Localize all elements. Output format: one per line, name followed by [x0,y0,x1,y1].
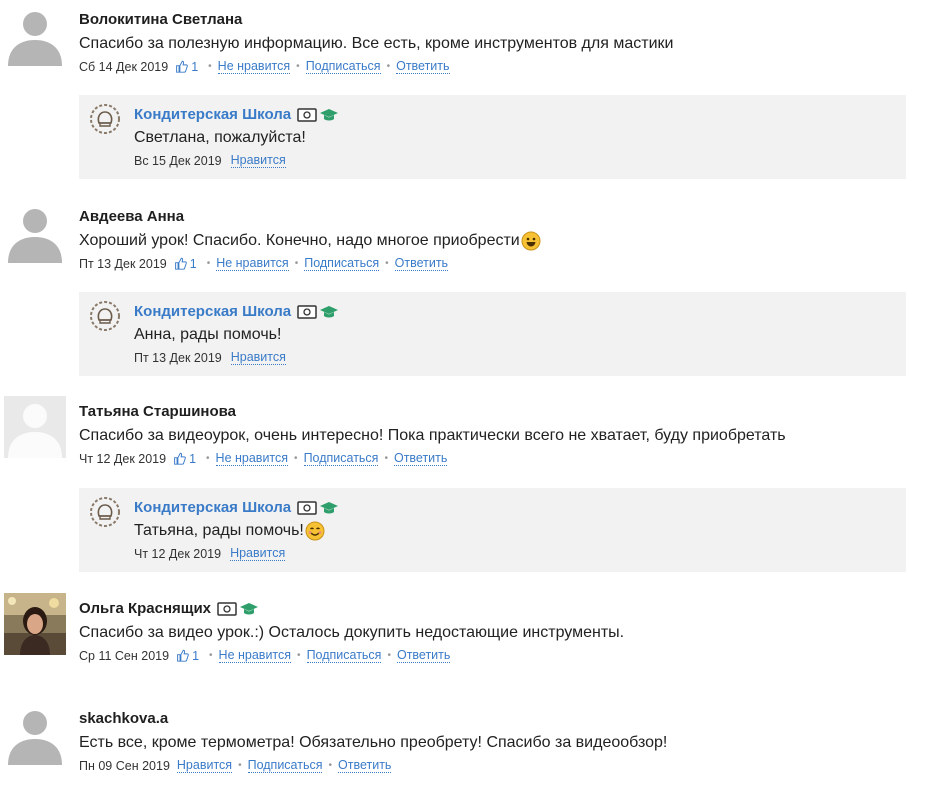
comment-author[interactable]: Авдеева Анна [79,207,926,227]
reply-author[interactable]: Кондитерская Школа [134,302,291,322]
graduation-cap-icon [320,502,339,514]
reply-button[interactable]: Ответить [393,451,448,466]
reply-button[interactable]: Ответить [394,256,449,271]
like-button[interactable]: Нравится [230,153,286,168]
school-logo-avatar[interactable] [89,103,121,135]
graduation-cap-icon [320,109,339,121]
subscribe-button[interactable]: Подписаться [247,758,323,773]
like-count: 1 [189,256,197,271]
reply-item: Кондитерская Школа Анна, рады помочь! Пт… [79,292,906,376]
dislike-button[interactable]: Не нравится [216,256,289,271]
dislike-button[interactable]: Не нравится [215,451,289,466]
comment-author[interactable]: Татьяна Старшинова [79,402,926,422]
certificate-icon [297,108,317,122]
subscribe-button[interactable]: Подписаться [304,256,380,271]
reply-button[interactable]: Ответить [338,758,392,773]
avatar[interactable] [4,396,66,458]
thumbs-up-icon [176,60,189,73]
comment-date: Пн 09 Сен 2019 [79,758,170,773]
smiling-emoji-icon [305,521,325,541]
dislike-button[interactable]: Не нравится [217,59,291,74]
comment-date: Чт 12 Дек 2019 [79,451,167,466]
thumbs-up-icon [177,649,189,662]
like-count: 1 [191,59,199,74]
comment-date: Сб 14 Дек 2019 [79,59,169,74]
reply-item: Кондитерская Школа Татьяна, рады помочь!… [79,488,906,572]
like-button[interactable]: Нравится [176,758,233,773]
avatar[interactable] [4,593,66,655]
certificate-icon [297,305,317,319]
subscribe-button[interactable]: Подписаться [305,59,381,74]
reply-date: Пт 13 Дек 2019 [134,350,222,365]
like-button[interactable]: Нравится [230,546,286,561]
reply-button[interactable]: Ответить [396,59,450,74]
reply-text: Татьяна, рады помочь! [134,522,304,539]
like-button[interactable]: 1 [176,649,199,663]
reply-button[interactable]: Ответить [396,648,451,663]
like-button[interactable]: Нравится [230,350,286,365]
comment-text: Спасибо за видеоурок, очень интересно! П… [79,427,786,444]
like-count: 1 [192,648,200,663]
comment-author[interactable]: Ольга Краснящих [79,599,211,619]
graduation-cap-icon [320,306,339,318]
thumbs-up-icon [174,257,187,270]
reply-item: Кондитерская Школа Светлана, пожалуйста!… [79,95,906,179]
comment-author[interactable]: skachkova.a [79,709,926,729]
dislike-button[interactable]: Не нравится [218,648,292,663]
reply-date: Чт 12 Дек 2019 [134,546,222,561]
comment-author[interactable]: Волокитина Светлана [79,10,926,30]
school-logo-avatar[interactable] [89,300,121,332]
reply-date: Вс 15 Дек 2019 [134,153,222,168]
comment-date: Пт 13 Дек 2019 [79,256,167,271]
comment-date: Ср 11 Сен 2019 [79,648,170,663]
reply-author[interactable]: Кондитерская Школа [134,105,291,125]
like-count: 1 [189,451,197,466]
comment-text: Есть все, кроме термометра! Обязательно … [79,734,668,751]
grinning-emoji-icon [521,231,541,251]
comment-text: Спасибо за видео урок.:) Осталось докупи… [79,624,625,641]
reply-author[interactable]: Кондитерская Школа [134,498,291,518]
certificate-icon [297,501,317,515]
like-button[interactable]: 1 [174,257,197,271]
comments-list: Волокитина Светлана Спасибо за полезную … [0,0,936,790]
comment-text: Хороший урок! Спасибо. Конечно, надо мно… [79,232,520,249]
avatar[interactable] [4,4,66,66]
comment-text: Спасибо за полезную информацию. Все есть… [79,35,674,52]
subscribe-button[interactable]: Подписаться [303,451,379,466]
school-logo-avatar[interactable] [89,496,121,528]
like-button[interactable]: 1 [175,60,198,74]
reply-text: Светлана, пожалуйста! [134,129,306,146]
reply-text: Анна, рады помочь! [134,326,282,343]
avatar[interactable] [4,201,66,263]
graduation-cap-icon [240,603,259,615]
subscribe-button[interactable]: Подписаться [306,648,382,663]
certificate-icon [217,602,237,616]
thumbs-up-icon [174,452,186,465]
like-button[interactable]: 1 [173,452,196,466]
avatar[interactable] [4,703,66,765]
